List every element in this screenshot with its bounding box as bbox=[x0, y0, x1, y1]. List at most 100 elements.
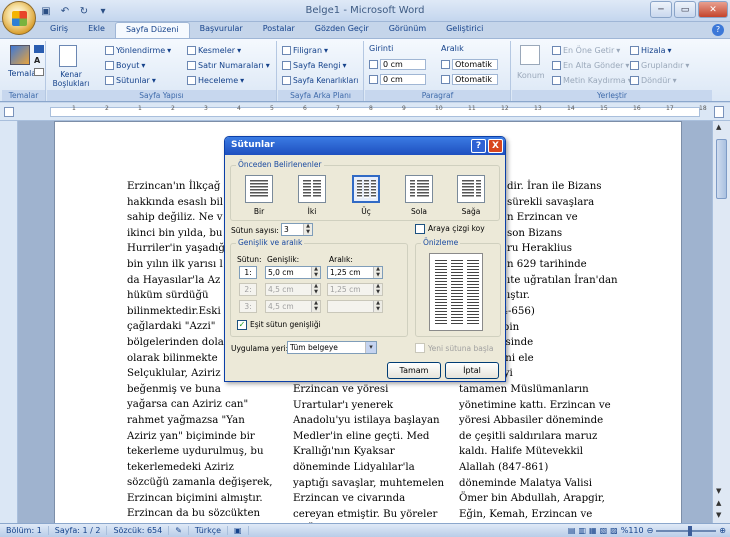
scroll-up-icon[interactable]: ▲ bbox=[716, 123, 721, 131]
view-ruler-icon[interactable] bbox=[714, 106, 724, 118]
metin-kaydirma-button[interactable]: Metin Kaydırma ▾ bbox=[552, 76, 632, 85]
en-alta-gonder-button[interactable]: En Alta Gönder ▾ bbox=[552, 61, 629, 70]
sayfa-rengi-button[interactable]: Sayfa Rengi ▾ bbox=[282, 61, 346, 70]
heceleme-button[interactable]: Heceleme ▾ bbox=[187, 76, 244, 85]
zoom-in-icon[interactable]: ⊕ bbox=[719, 526, 726, 535]
theme-effects-icon[interactable] bbox=[34, 68, 44, 76]
column-1-width-spinner[interactable]: ▲ ▼ bbox=[311, 266, 320, 278]
office-button[interactable] bbox=[2, 1, 36, 35]
preset-saga[interactable] bbox=[457, 175, 485, 203]
apply-to-dropdown-icon[interactable]: ▾ bbox=[365, 342, 376, 353]
dondur-button[interactable]: Döndür ▾ bbox=[630, 76, 677, 85]
vertical-scrollbar[interactable]: ▲ ▼ ▲ ▼ bbox=[712, 121, 730, 523]
close-window-button[interactable]: ✕ bbox=[698, 1, 728, 18]
zoom-level[interactable]: %110 bbox=[621, 526, 644, 535]
filigran-button[interactable]: Filigran ▾ bbox=[282, 46, 328, 55]
status-section[interactable]: Bölüm: 1 bbox=[0, 526, 49, 535]
text-line: Urartular'ı yenerek bbox=[293, 399, 393, 411]
margins-icon[interactable] bbox=[59, 45, 77, 67]
column-1-spacing-spinner[interactable]: ▲ ▼ bbox=[373, 266, 382, 278]
tab-selector-icon[interactable] bbox=[4, 107, 14, 117]
scroll-down-icon[interactable]: ▼ bbox=[716, 487, 721, 495]
vertical-ruler[interactable] bbox=[0, 121, 18, 523]
preset-sola[interactable] bbox=[405, 175, 433, 203]
grupla-button[interactable]: Gruplandır ▾ bbox=[630, 61, 689, 70]
customize-qat-icon[interactable]: ▾ bbox=[95, 4, 111, 19]
next-page-icon[interactable]: ▼ bbox=[716, 511, 721, 519]
tab-gelistirici[interactable]: Geliştirici bbox=[436, 22, 493, 39]
preset-iki-icon-b bbox=[313, 180, 321, 198]
en-one-getir-button[interactable]: En Öne Getir ▾ bbox=[552, 46, 620, 55]
undo-icon[interactable]: ↶ bbox=[57, 4, 73, 19]
dialog-close-button[interactable]: X bbox=[488, 139, 503, 153]
proofing-icon[interactable]: ✎ bbox=[169, 526, 189, 535]
status-language[interactable]: Türkçe bbox=[189, 526, 229, 535]
text-line: Eğin, Kemah, Erzincan ve bbox=[459, 508, 593, 520]
ruler-number: 9 bbox=[402, 105, 406, 112]
tab-gorunum[interactable]: Görünüm bbox=[379, 22, 436, 39]
equal-width-checkbox[interactable]: ✓ bbox=[237, 320, 247, 330]
themes-icon[interactable] bbox=[10, 45, 30, 65]
view-full-screen-icon[interactable]: ▥ bbox=[578, 526, 586, 535]
view-print-layout-icon[interactable]: ▤ bbox=[568, 526, 576, 535]
maximize-button[interactable]: ▭ bbox=[674, 1, 696, 18]
ok-button[interactable]: Tamam bbox=[387, 362, 441, 379]
column-count-spinner[interactable]: ▲ ▼ bbox=[303, 223, 312, 235]
macro-record-icon[interactable]: ▣ bbox=[228, 526, 249, 535]
status-page[interactable]: Sayfa: 1 / 2 bbox=[49, 526, 108, 535]
kesmeler-button[interactable]: Kesmeler ▾ bbox=[187, 46, 241, 55]
ruler-number: 8 bbox=[369, 105, 373, 112]
preset-uc[interactable] bbox=[352, 175, 380, 203]
konum-button[interactable]: Konum bbox=[517, 71, 545, 80]
cancel-button[interactable]: İptal bbox=[445, 362, 499, 379]
help-icon[interactable]: ? bbox=[712, 24, 724, 36]
ruler-number: 2 bbox=[171, 105, 175, 112]
save-icon[interactable]: ▣ bbox=[38, 4, 54, 19]
ruler-number: 15 bbox=[600, 105, 608, 112]
preset-bir[interactable] bbox=[245, 175, 273, 203]
view-draft-icon[interactable]: ▨ bbox=[610, 526, 618, 535]
previous-page-icon[interactable]: ▲ bbox=[716, 499, 721, 507]
view-web-icon[interactable]: ▦ bbox=[589, 526, 597, 535]
boyut-button[interactable]: Boyut ▾ bbox=[105, 61, 145, 70]
text-column-2[interactable]: Erzincan ve yöresi Urartular'ı yenerek Ana… bbox=[293, 382, 444, 523]
theme-colors-icon[interactable] bbox=[34, 45, 44, 53]
yonlendirme-button[interactable]: Yönlendirme ▾ bbox=[105, 46, 171, 55]
column-2-width-input: 4,5 cm ▲ ▼ bbox=[265, 283, 321, 296]
redo-icon[interactable]: ↻ bbox=[76, 4, 92, 19]
kenar-bosluklari-button[interactable]: Kenar Boşlukları bbox=[51, 70, 91, 88]
minimize-button[interactable]: ─ bbox=[650, 1, 672, 18]
column-count-input[interactable]: 3 ▲ ▼ bbox=[281, 223, 313, 236]
tab-basvurular[interactable]: Başvurular bbox=[190, 22, 253, 39]
spacing-before-input[interactable]: Otomatik bbox=[452, 59, 498, 70]
spacing-after-input[interactable]: Otomatik bbox=[452, 74, 498, 85]
tab-gozden-gecir[interactable]: Gözden Geçir bbox=[305, 22, 379, 39]
sayfa-kenarliklari-button[interactable]: Sayfa Kenarlıkları bbox=[282, 76, 358, 85]
satir-numaralari-button[interactable]: Satır Numaraları ▾ bbox=[187, 61, 270, 70]
sutunlar-button[interactable]: Sütunlar ▾ bbox=[105, 76, 156, 85]
theme-fonts-icon[interactable]: A bbox=[34, 56, 44, 65]
column-1-spacing-input[interactable]: 1,25 cm ▲ ▼ bbox=[327, 266, 383, 279]
scroll-thumb[interactable] bbox=[716, 139, 727, 199]
column-1-width-input[interactable]: 5,0 cm ▲ ▼ bbox=[265, 266, 321, 279]
help-button[interactable]: ? bbox=[471, 139, 486, 153]
status-words[interactable]: Sözcük: 654 bbox=[107, 526, 170, 535]
tab-sayfa-duzeni[interactable]: Sayfa Düzeni bbox=[114, 22, 190, 39]
text-column-3-top[interactable]: dir. İran ile Bizans sürekli savaşlara n E… bbox=[507, 179, 618, 304]
left-indent-input[interactable]: 0 cm bbox=[380, 59, 426, 70]
tab-ekle[interactable]: Ekle bbox=[78, 22, 115, 39]
hizala-button[interactable]: Hizala ▾ bbox=[630, 46, 671, 55]
zoom-out-icon[interactable]: ⊖ bbox=[647, 526, 654, 535]
zoom-slider-thumb[interactable] bbox=[688, 525, 693, 536]
apply-to-select[interactable]: Tüm belgeye ▾ bbox=[287, 341, 377, 354]
text-line: Erzincan ve civarında bbox=[293, 493, 406, 505]
zoom-slider[interactable] bbox=[656, 525, 717, 536]
view-outline-icon[interactable]: ▧ bbox=[600, 526, 608, 535]
horizontal-ruler[interactable]: 1 2 1 2 3 4 5 6 7 8 9 10 11 12 13 14 15 16 17 18 bbox=[0, 103, 730, 121]
tab-postalar[interactable]: Postalar bbox=[253, 22, 305, 39]
tab-giris[interactable]: Giriş bbox=[40, 22, 78, 39]
position-icon[interactable] bbox=[520, 45, 540, 65]
preset-iki[interactable] bbox=[298, 175, 326, 203]
right-indent-input[interactable]: 0 cm bbox=[380, 74, 426, 85]
line-between-checkbox[interactable] bbox=[415, 224, 425, 234]
